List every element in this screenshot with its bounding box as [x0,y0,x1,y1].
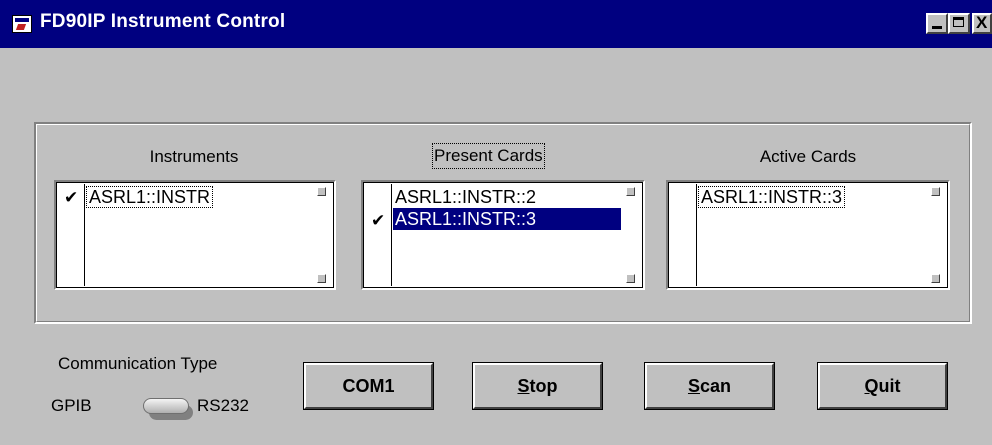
scroll-down-button[interactable] [626,274,635,283]
minimize-button[interactable] [926,13,948,34]
checkmark-icon: ✔ [64,188,79,207]
scroll-up-button[interactable] [626,187,635,196]
close-icon: X [976,13,988,32]
quit-mnemonic: Q [864,376,879,396]
present-cards-listbox[interactable]: ✔ ASRL1::INSTR::2 ASRL1::INSTR::3 [361,180,645,290]
present-cards-item-2[interactable]: ASRL1::INSTR::2 [393,186,538,208]
scan-button[interactable]: Scan [644,362,775,410]
active-cards-label: Active Cards [759,147,857,166]
scroll-up-button[interactable] [317,187,326,196]
title-bar[interactable]: FD90IP Instrument Control X [0,0,992,48]
present-cards-label: Present Cards [432,143,545,169]
stop-mnemonic: S [517,376,530,396]
check-column[interactable]: ✔ [365,184,392,286]
instruments-scrollbar[interactable] [312,184,332,286]
scroll-down-button[interactable] [931,274,940,283]
scan-label-rest: can [699,376,732,396]
present-cards-scrollbar[interactable] [621,184,641,286]
checkmark-icon: ✔ [371,211,386,230]
communication-type-label: Communication Type [58,354,218,373]
scroll-down-button[interactable] [317,274,326,283]
stop-label-rest: top [529,376,558,396]
toggle-lever[interactable] [143,398,189,414]
instruments-label: Instruments [149,147,239,166]
stop-button[interactable]: Stop [472,362,603,410]
scan-mnemonic: S [687,376,700,396]
present-cards-item-3[interactable]: ASRL1::INSTR::3 [393,208,625,230]
instrument-control-window: FD90IP Instrument Control X Instruments … [0,0,992,445]
check-column[interactable] [670,184,697,286]
active-cards-listbox[interactable]: ASRL1::INSTR::3 [666,180,950,290]
app-icon[interactable] [12,15,32,33]
quit-label-rest: uit [878,376,901,396]
check-column[interactable]: ✔ [58,184,85,286]
gpib-option-label: GPIB [51,396,92,415]
scroll-up-button[interactable] [931,187,940,196]
quit-button[interactable]: Quit [817,362,948,410]
maximize-button[interactable] [948,13,970,34]
active-cards-scrollbar[interactable] [926,184,946,286]
instruments-listbox[interactable]: ✔ ASRL1::INSTR [54,180,336,290]
communication-type-toggle[interactable] [141,396,193,422]
com1-button[interactable]: COM1 [303,362,434,410]
instruments-item-asrl1-instr[interactable]: ASRL1::INSTR [86,186,214,208]
window-title: FD90IP Instrument Control [40,11,286,32]
active-cards-item-3[interactable]: ASRL1::INSTR::3 [698,186,846,208]
close-button[interactable]: X [972,13,992,34]
rs232-option-label: RS232 [197,396,249,415]
